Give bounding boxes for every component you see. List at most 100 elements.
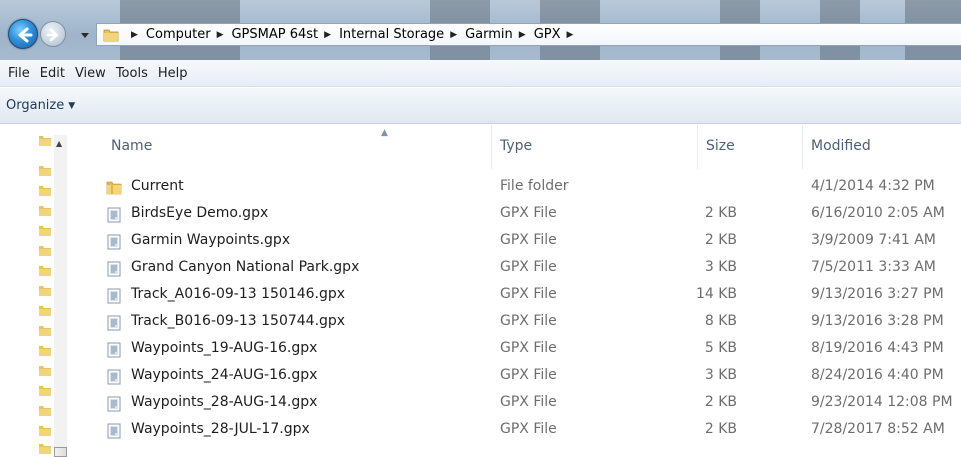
breadcrumb-separator[interactable]: ▶ [125,30,146,40]
chevron-right-icon[interactable]: ▶ [450,30,457,40]
chevron-down-icon: ▼ [68,100,76,111]
file-type: GPX File [500,286,557,302]
file-icon [107,261,121,277]
recent-pages-dropdown-icon[interactable] [80,30,90,40]
file-list: Current File folder 4/1/2014 4:32 PM Bir… [93,174,961,444]
folder-icon[interactable] [38,405,52,417]
list-item[interactable]: Grand Canyon National Park.gpx GPX File … [93,255,961,282]
chevron-right-icon[interactable]: ▶ [324,30,331,40]
list-item[interactable]: Waypoints_24-AUG-16.gpx GPX File 3 KB 8/… [93,363,961,390]
folder-icon[interactable] [38,245,52,257]
menu-file[interactable]: File [3,66,35,81]
file-name: Waypoints_24-AUG-16.gpx [131,367,318,383]
folder-icon[interactable] [38,425,52,437]
menu-tools[interactable]: Tools [111,66,153,81]
file-type: GPX File [500,232,557,248]
file-name: Waypoints_28-JUL-17.gpx [131,421,310,437]
file-icon [107,342,121,358]
file-size: 3 KB [704,367,737,383]
folder-icon[interactable] [38,325,52,337]
arrow-right-icon [46,28,59,42]
breadcrumb-device[interactable]: GPSMAP 64st ▶ [231,27,339,42]
file-icon [107,369,121,385]
file-type: GPX File [500,367,557,383]
file-size: 2 KB [704,232,737,248]
file-modified: 4/1/2014 4:32 PM [811,178,935,194]
navigation-scrollbar[interactable]: ▲ [54,135,67,457]
file-modified: 9/13/2016 3:27 PM [811,286,944,302]
file-size: 14 KB [695,286,737,302]
file-size: 3 KB [704,259,737,275]
column-divider[interactable] [802,125,803,169]
column-header-name[interactable]: Name [111,138,152,154]
folder-icon[interactable] [38,165,52,177]
folder-icon[interactable] [38,225,52,237]
file-name: Grand Canyon National Park.gpx [131,259,360,275]
list-item[interactable]: Waypoints_19-AUG-16.gpx GPX File 5 KB 8/… [93,336,961,363]
list-item[interactable]: Current File folder 4/1/2014 4:32 PM [93,174,961,201]
column-divider[interactable] [697,125,698,169]
scrollbar-thumb[interactable] [54,447,67,457]
folder-icon[interactable] [38,365,52,377]
forward-button[interactable] [40,21,66,47]
folder-icon [103,29,119,41]
file-name: Waypoints_19-AUG-16.gpx [131,340,318,356]
file-modified: 3/9/2009 7:41 AM [811,232,936,248]
file-type: GPX File [500,313,557,329]
folder-icon[interactable] [38,265,52,277]
column-divider[interactable] [491,125,492,169]
file-modified: 6/16/2010 2:05 AM [811,205,945,221]
file-size: 8 KB [704,313,737,329]
folder-icon[interactable] [38,205,52,217]
navigation-pane[interactable] [0,125,62,457]
folder-icon[interactable] [38,385,52,397]
file-size: 5 KB [704,340,737,356]
file-name: Waypoints_28-AUG-14.gpx [131,394,318,410]
file-name: Track_A016-09-13 150146.gpx [131,286,346,302]
list-item[interactable]: Waypoints_28-AUG-14.gpx GPX File 2 KB 9/… [93,390,961,417]
column-header-row: ▲ Name Type Size Modified [93,125,961,169]
file-modified: 7/28/2017 8:52 AM [811,421,945,437]
breadcrumb-garmin[interactable]: Garmin ▶ [465,27,534,42]
file-icon [107,207,121,223]
command-bar: Organize ▼ [0,88,961,124]
menu-edit[interactable]: Edit [35,66,70,81]
address-bar[interactable]: ▶ Computer ▶ GPSMAP 64st ▶ Internal Storag… [96,23,961,46]
folder-icon[interactable] [38,443,52,455]
file-icon [107,288,121,304]
arrow-left-icon [18,27,33,43]
title-bar: ▶ Computer ▶ GPSMAP 64st ▶ Internal Storag… [0,0,961,60]
file-modified: 8/24/2016 4:40 PM [811,367,944,383]
list-item[interactable]: BirdsEye Demo.gpx GPX File 2 KB 6/16/201… [93,201,961,228]
file-type: GPX File [500,205,557,221]
list-item[interactable]: Waypoints_28-JUL-17.gpx GPX File 2 KB 7/… [93,417,961,444]
menu-help[interactable]: Help [153,66,193,81]
folder-icon[interactable] [38,305,52,317]
chevron-right-icon[interactable]: ▶ [519,30,526,40]
list-item[interactable]: Track_B016-09-13 150744.gpx GPX File 8 K… [93,309,961,336]
file-type: GPX File [500,259,557,275]
file-icon [107,234,121,250]
chevron-right-icon[interactable]: ▶ [567,30,574,40]
organize-button[interactable]: Organize ▼ [6,98,75,113]
folder-icon[interactable] [38,185,52,197]
menu-view[interactable]: View [70,66,111,81]
file-type: GPX File [500,421,557,437]
back-button[interactable] [8,19,38,49]
folder-icon[interactable] [38,345,52,357]
list-item[interactable]: Track_A016-09-13 150146.gpx GPX File 14 … [93,282,961,309]
list-item[interactable]: Garmin Waypoints.gpx GPX File 2 KB 3/9/2… [93,228,961,255]
breadcrumb-computer[interactable]: Computer ▶ [146,27,232,42]
column-header-type[interactable]: Type [500,138,532,154]
column-header-size[interactable]: Size [706,138,735,154]
scroll-up-icon[interactable]: ▲ [56,139,62,148]
breadcrumb-storage[interactable]: Internal Storage ▶ [339,27,465,42]
folder-icon[interactable] [38,135,52,147]
column-header-modified[interactable]: Modified [811,138,871,154]
file-name: BirdsEye Demo.gpx [131,205,269,221]
breadcrumb-gpx[interactable]: GPX ▶ [534,27,582,42]
folder-icon[interactable] [38,285,52,297]
file-icon [107,423,121,439]
menu-bar: File Edit View Tools Help [0,60,961,87]
chevron-right-icon[interactable]: ▶ [217,30,224,40]
